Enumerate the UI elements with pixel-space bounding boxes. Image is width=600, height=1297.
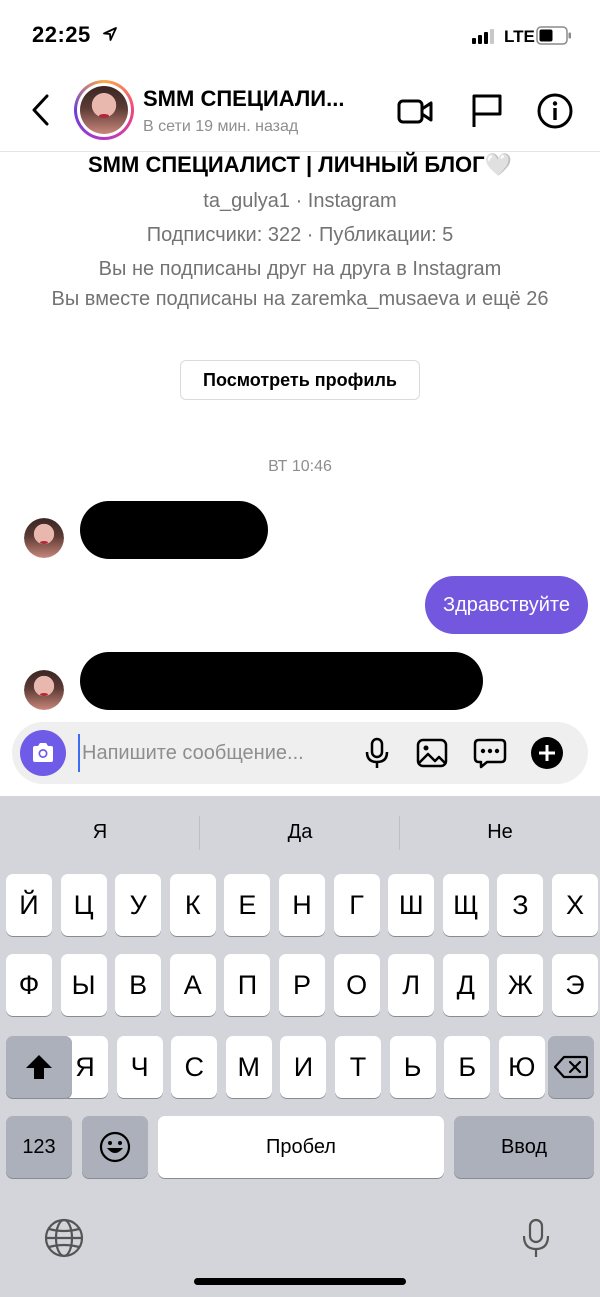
letter-key[interactable]: Б [444,1036,491,1098]
home-indicator[interactable] [194,1278,406,1285]
letter-key[interactable]: Э [552,954,598,1016]
letter-key[interactable]: Щ [442,874,489,936]
status-time: 22:25 [32,22,91,47]
emoji-key[interactable] [82,1116,148,1178]
sticker-icon[interactable] [473,736,507,770]
letter-key[interactable]: Ч [116,1036,163,1098]
back-arrow-icon[interactable] [26,90,56,130]
redacted-message-bubble[interactable] [80,652,483,710]
letter-key[interactable]: Й [6,874,52,936]
numbers-key[interactable]: 123 [6,1116,72,1178]
suggestion-bar: Я Да Не [0,796,600,868]
camera-button[interactable] [20,730,66,776]
info-icon[interactable] [536,92,574,130]
letter-key[interactable]: Ц [60,874,107,936]
letter-key[interactable]: Ф [6,954,52,1016]
letter-key[interactable]: Е [224,874,271,936]
letter-key[interactable]: А [169,954,216,1016]
message-timestamp: ВТ 10:46 [268,458,332,475]
view-profile-button[interactable]: Посмотреть профиль [180,360,420,400]
letter-key[interactable]: И [280,1036,327,1098]
letter-key[interactable]: Р [279,954,325,1016]
location-arrow-icon [103,27,117,41]
letter-key[interactable]: С [171,1036,218,1098]
letter-key[interactable]: У [115,874,162,936]
emoji-icon [99,1131,131,1163]
letter-key[interactable]: Ж [497,954,544,1016]
suggestion[interactable]: Я [0,796,200,868]
letter-key[interactable]: Ы [60,954,107,1016]
shift-key[interactable] [6,1036,72,1098]
avatar-photo [80,86,128,134]
backspace-key[interactable] [548,1036,594,1098]
follow-status: Вы не подписаны друг на друга в Instagra… [98,258,502,280]
plus-icon[interactable] [530,736,564,770]
gallery-icon[interactable] [415,736,449,770]
online-status: В сети 19 мин. назад [143,118,299,135]
video-call-icon[interactable] [396,92,434,130]
outgoing-message-bubble[interactable]: Здравствуйте [425,576,588,634]
network-label: LTE [504,27,535,46]
message-composer [12,722,588,784]
microphone-icon[interactable] [360,736,394,770]
letter-key[interactable]: Ю [498,1036,545,1098]
letter-key[interactable]: Ь [389,1036,436,1098]
profile-stats: Подписчики: 322 · Публикации: 5 [146,224,454,246]
suggestion[interactable]: Не [400,796,600,868]
battery-icon [536,26,571,45]
profile-handle: ta_gulya1 · Instagram [203,190,397,212]
letter-key[interactable]: Н [279,874,325,936]
profile-name: SMM СПЕЦИАЛИСТ | ЛИЧНЫЙ БЛОГ🤍 [88,152,512,177]
space-key[interactable]: Пробел [158,1116,444,1178]
letter-key[interactable]: Г [333,874,380,936]
letter-key[interactable]: Х [552,874,598,936]
redacted-message-bubble[interactable] [80,501,268,559]
letter-key[interactable]: В [115,954,162,1016]
letter-key[interactable]: Д [442,954,489,1016]
letter-key[interactable]: Т [335,1036,381,1098]
status-bar: 22:25 LTE [0,0,600,70]
camera-icon [33,743,53,762]
sender-avatar[interactable] [24,518,64,558]
chat-title[interactable]: SMM СПЕЦИАЛИ... [143,86,344,112]
letter-key[interactable]: М [225,1036,272,1098]
letter-key[interactable]: О [333,954,380,1016]
backspace-icon [553,1055,589,1079]
header-avatar[interactable] [74,80,134,140]
message-input[interactable] [78,734,358,772]
sender-avatar[interactable] [24,670,64,710]
chat-header: SMM СПЕЦИАЛИ... В сети 19 мин. назад [0,72,600,152]
letter-key[interactable]: П [224,954,271,1016]
letter-key[interactable]: Ш [388,874,435,936]
keyboard: Я Да Не ЙЦУКЕНГШЩЗХФЫВАПРОЛДЖЭЯЧСМИТЬБЮ … [0,796,600,1297]
letter-key[interactable]: К [169,874,216,936]
profile-summary: SMM СПЕЦИАЛИСТ | ЛИЧНЫЙ БЛОГ🤍 ta_gulya1 … [0,150,600,312]
flag-icon[interactable] [468,92,506,130]
globe-icon[interactable] [42,1216,86,1260]
dictation-microphone-icon[interactable] [514,1216,558,1260]
shift-icon [26,1055,52,1079]
letter-key[interactable]: З [497,874,544,936]
return-key[interactable]: Ввод [454,1116,594,1178]
suggestion[interactable]: Да [200,796,400,868]
mutual-followers: Вы вместе подписаны на zaremka_musaeva и… [51,288,549,310]
signal-icon [472,28,494,44]
letter-key[interactable]: Л [388,954,435,1016]
